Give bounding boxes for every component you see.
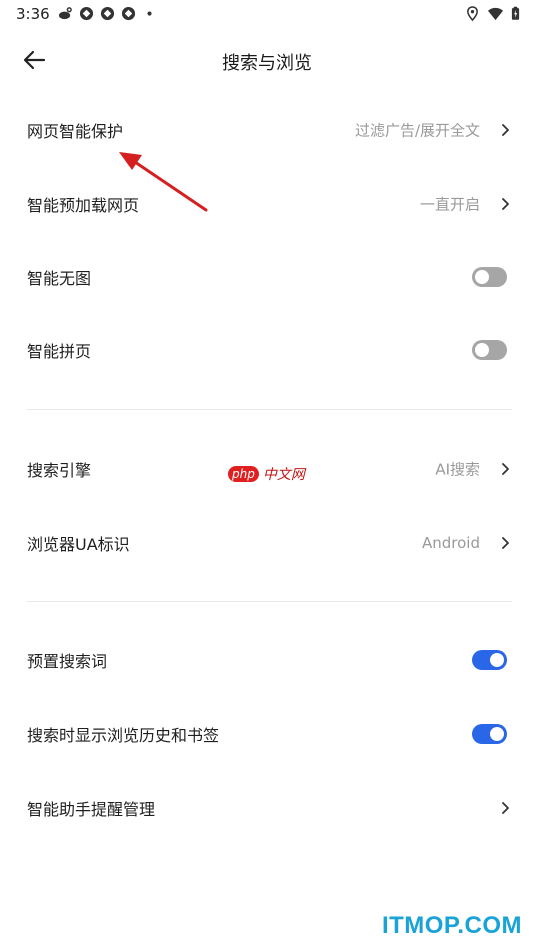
system-icons [465, 6, 520, 21]
setting-show-history: 搜索时显示浏览历史和书签 [0, 706, 534, 762]
section-divider [27, 409, 512, 410]
chevron-right-icon [502, 537, 509, 549]
setting-label: 搜索引擎 [27, 461, 92, 480]
toggle-knob [475, 270, 489, 284]
page-title: 搜索与浏览 [222, 53, 312, 74]
chevron-right-icon [502, 198, 509, 210]
setting-preset-words: 预置搜索词 [0, 632, 534, 688]
app-icon [100, 6, 115, 21]
setting-label: 智能拼页 [27, 342, 92, 361]
battery-icon [511, 6, 520, 20]
app-icon [121, 6, 136, 21]
dot-icon [147, 11, 152, 16]
setting-label: 搜索时显示浏览历史和书签 [27, 726, 220, 745]
php-watermark: php 中文网 [228, 464, 305, 484]
php-badge: php [228, 466, 259, 482]
setting-value: AI搜索 [435, 460, 480, 479]
chevron-right-icon [502, 802, 509, 814]
setting-value: 过滤广告/展开全文 [354, 121, 480, 140]
setting-label: 智能助手提醒管理 [27, 800, 156, 819]
show-history-toggle[interactable] [472, 724, 507, 744]
app-icon [79, 6, 94, 21]
setting-assistant-reminder[interactable]: 智能助手提醒管理 [0, 780, 534, 836]
setting-value: 一直开启 [419, 195, 480, 214]
chevron-right-icon [502, 463, 509, 475]
header: 搜索与浏览 [0, 36, 534, 86]
toggle-knob [490, 727, 504, 741]
toggle-knob [490, 653, 504, 667]
chevron-right-icon [502, 124, 509, 136]
setting-web-protection[interactable]: 网页智能保护 过滤广告/展开全文 [0, 102, 534, 158]
setting-value: Android [422, 534, 480, 552]
toggle-knob [475, 343, 489, 357]
setting-label: 网页智能保护 [27, 122, 124, 141]
site-watermark: ITMOP.COM [381, 912, 522, 939]
setting-page-merge: 智能拼页 [0, 322, 534, 378]
setting-preload[interactable]: 智能预加载网页 一直开启 [0, 176, 534, 232]
status-time: 3:36 [16, 5, 50, 23]
section-divider [27, 601, 512, 602]
notification-icons [58, 6, 157, 21]
setting-label: 智能无图 [27, 269, 92, 288]
weibo-icon [58, 7, 72, 20]
setting-ua[interactable]: 浏览器UA标识 Android [0, 515, 534, 571]
wifi-icon [488, 7, 503, 21]
setting-label: 智能预加载网页 [27, 196, 140, 215]
setting-label: 预置搜索词 [27, 652, 108, 671]
preset-words-toggle[interactable] [472, 650, 507, 670]
no-image-toggle[interactable] [472, 267, 507, 287]
setting-label: 浏览器UA标识 [27, 535, 130, 554]
status-bar: 3:36 [0, 0, 534, 28]
setting-no-image: 智能无图 [0, 249, 534, 305]
location-icon [467, 6, 478, 21]
php-watermark-text: 中文网 [262, 467, 305, 483]
page-merge-toggle[interactable] [472, 340, 507, 360]
